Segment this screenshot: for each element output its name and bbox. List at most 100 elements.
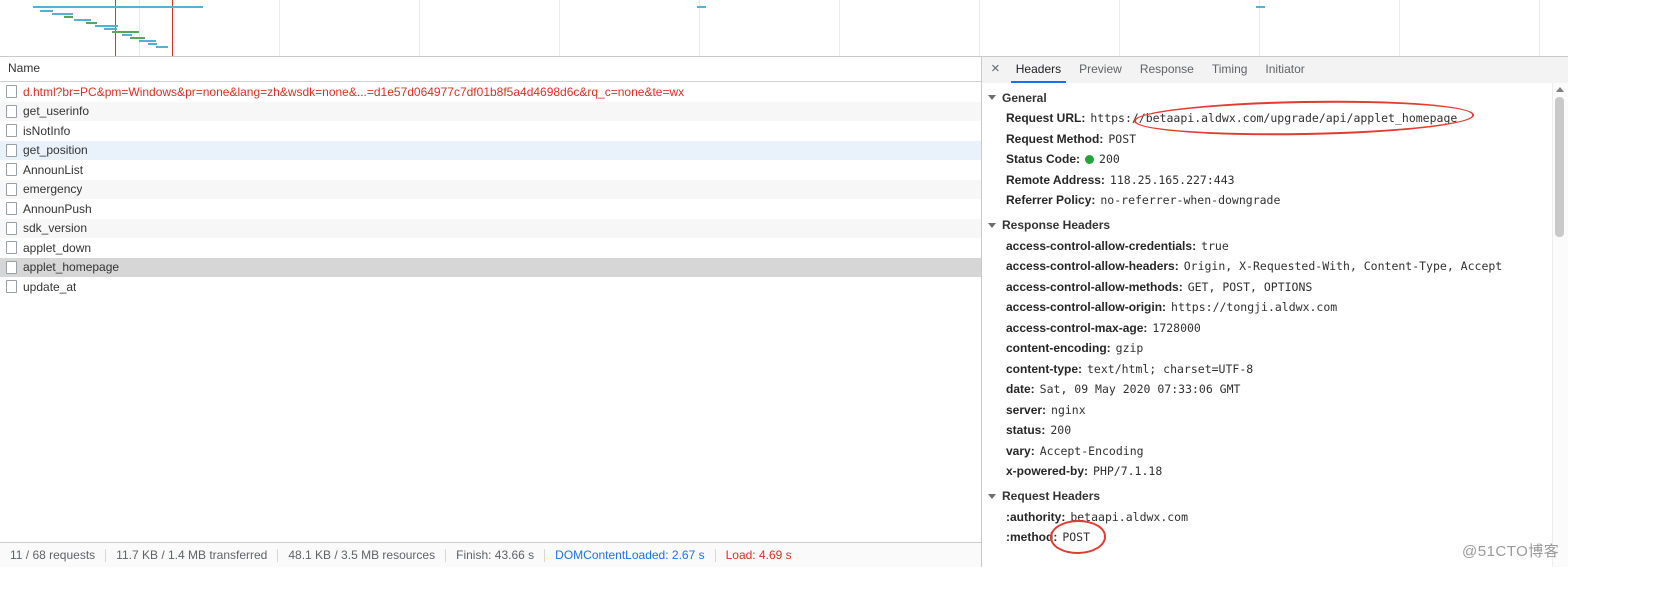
disclosure-triangle-icon bbox=[988, 95, 996, 100]
headers-section: Request Headers:authority:betaapi.aldwx.… bbox=[982, 486, 1553, 548]
header-name: date: bbox=[1006, 382, 1035, 396]
header-value: text/html; charset=UTF-8 bbox=[1087, 362, 1253, 376]
tab-preview[interactable]: Preview bbox=[1070, 57, 1131, 83]
requests-panel: Name d.html?br=PC&pm=Windows&pr=none&lan… bbox=[0, 57, 982, 567]
file-icon bbox=[6, 144, 17, 157]
header-name: Referrer Policy: bbox=[1006, 193, 1095, 207]
header-name: content-type: bbox=[1006, 362, 1082, 376]
header-line: status: 200 bbox=[982, 420, 1553, 441]
file-icon bbox=[6, 163, 17, 176]
request-row[interactable]: update_at bbox=[0, 277, 981, 297]
header-name: access-control-allow-origin: bbox=[1006, 300, 1166, 314]
header-line: Request URL:https://betaapi.aldwx.com/up… bbox=[982, 108, 1553, 129]
header-line: Remote Address:118.25.165.227:443 bbox=[982, 170, 1553, 191]
header-name: access-control-allow-credentials: bbox=[1006, 239, 1196, 253]
request-row[interactable]: d.html?br=PC&pm=Windows&pr=none&lang=zh&… bbox=[0, 82, 981, 102]
header-name: x-powered-by: bbox=[1006, 464, 1088, 478]
overview-activity-mark bbox=[33, 6, 203, 8]
header-name: access-control-max-age: bbox=[1006, 321, 1147, 335]
request-name: sdk_version bbox=[23, 221, 87, 235]
header-line: access-control-allow-origin: https://tong… bbox=[982, 297, 1553, 318]
disclosure-triangle-icon bbox=[988, 223, 996, 228]
overview-activity-mark bbox=[122, 34, 132, 36]
header-name: :method: bbox=[1006, 530, 1057, 544]
scrollbar-up-arrow-icon[interactable] bbox=[1556, 87, 1564, 92]
summary-item: 11.7 KB / 1.4 MB transferred bbox=[106, 549, 278, 562]
header-name: access-control-allow-methods: bbox=[1006, 280, 1183, 294]
headers-section: Response Headers access-control-allow-cre… bbox=[982, 215, 1553, 482]
header-name: vary: bbox=[1006, 444, 1035, 458]
section-title: General bbox=[1002, 91, 1047, 105]
file-icon bbox=[6, 241, 17, 254]
request-row[interactable]: get_userinfo bbox=[0, 102, 981, 122]
summary-item: Load: 4.69 s bbox=[716, 549, 802, 562]
header-value-text: betaapi.aldwx.com bbox=[1070, 510, 1188, 524]
network-summary-bar: 11 / 68 requests11.7 KB / 1.4 MB transfe… bbox=[0, 542, 981, 567]
scrollbar[interactable] bbox=[1552, 83, 1568, 567]
header-line: access-control-max-age: 1728000 bbox=[982, 318, 1553, 339]
header-value-text: POST bbox=[1062, 527, 1090, 548]
header-name: status: bbox=[1006, 423, 1045, 437]
file-icon bbox=[6, 261, 17, 274]
summary-item: 11 / 68 requests bbox=[0, 549, 106, 562]
tab-response[interactable]: Response bbox=[1131, 57, 1203, 83]
header-line: date:Sat, 09 May 2020 07:33:06 GMT bbox=[982, 379, 1553, 400]
request-row[interactable]: isNotInfo bbox=[0, 121, 981, 141]
header-line: content-type: text/html; charset=UTF-8 bbox=[982, 359, 1553, 380]
header-value-text: Accept-Encoding bbox=[1040, 444, 1144, 458]
summary-item: DOMContentLoaded: 2.67 s bbox=[545, 549, 715, 562]
header-value: https://tongji.aldwx.com bbox=[1171, 300, 1337, 314]
request-row[interactable]: AnnounList bbox=[0, 160, 981, 180]
header-value-text: POST bbox=[1108, 132, 1136, 146]
header-line: Referrer Policy: no-referrer-when-downgra… bbox=[982, 190, 1553, 211]
request-row[interactable]: get_position bbox=[0, 141, 981, 161]
header-value: https://betaapi.aldwx.com/upgrade/api/ap… bbox=[1090, 111, 1457, 125]
network-overview[interactable] bbox=[0, 0, 1568, 57]
overview-activity-mark bbox=[139, 40, 156, 42]
header-line: vary: Accept-Encoding bbox=[982, 441, 1553, 462]
file-icon bbox=[6, 202, 17, 215]
section-title: Response Headers bbox=[1002, 218, 1110, 232]
tab-initiator[interactable]: Initiator bbox=[1256, 57, 1313, 83]
tab-headers[interactable]: Headers bbox=[1007, 57, 1070, 83]
header-value: no-referrer-when-downgrade bbox=[1100, 193, 1280, 207]
request-name: get_userinfo bbox=[23, 104, 89, 118]
header-name: access-control-allow-headers: bbox=[1006, 259, 1179, 273]
header-value: nginx bbox=[1051, 403, 1086, 417]
file-icon bbox=[6, 222, 17, 235]
request-row[interactable]: sdk_version bbox=[0, 219, 981, 239]
section-header[interactable]: Response Headers bbox=[982, 215, 1553, 236]
headers-panel-content: General Request URL:https://betaapi.aldwx… bbox=[982, 83, 1553, 567]
section-header[interactable]: Request Headers bbox=[982, 486, 1553, 507]
request-name: update_at bbox=[23, 280, 76, 294]
header-value-text: text/html; charset=UTF-8 bbox=[1087, 362, 1253, 376]
status-ok-icon bbox=[1085, 155, 1094, 164]
overview-activity-mark bbox=[130, 37, 145, 39]
overview-activity-mark bbox=[74, 19, 91, 21]
header-line: content-encoding:gzip bbox=[982, 338, 1553, 359]
request-row[interactable]: applet_homepage bbox=[0, 258, 981, 278]
scrollbar-thumb[interactable] bbox=[1555, 97, 1564, 237]
header-value-text: GET, POST, OPTIONS bbox=[1188, 280, 1313, 294]
column-header-name[interactable]: Name bbox=[0, 57, 981, 82]
section-header[interactable]: General bbox=[982, 87, 1553, 108]
request-name: applet_down bbox=[23, 241, 91, 255]
header-value-text: betaapi.aldwx.com/upgrade/api/applet_hom… bbox=[1146, 108, 1458, 129]
request-row[interactable]: applet_down bbox=[0, 238, 981, 258]
headers-sections: General Request URL:https://betaapi.aldwx… bbox=[982, 87, 1553, 548]
header-value-text: 200 bbox=[1050, 423, 1071, 437]
request-name: AnnounList bbox=[23, 163, 83, 177]
header-line: access-control-allow-credentials:true bbox=[982, 236, 1553, 257]
header-line: Request Method:POST bbox=[982, 129, 1553, 150]
header-value: 200 bbox=[1099, 152, 1120, 166]
close-icon[interactable]: × bbox=[982, 57, 1007, 83]
header-name: content-encoding: bbox=[1006, 341, 1111, 355]
tab-timing[interactable]: Timing bbox=[1203, 57, 1257, 83]
header-value-text: 1728000 bbox=[1152, 321, 1200, 335]
request-row[interactable]: AnnounPush bbox=[0, 199, 981, 219]
header-value: Origin, X-Requested-With, Content-Type, … bbox=[1184, 259, 1503, 273]
request-row[interactable]: emergency bbox=[0, 180, 981, 200]
overview-activity-mark bbox=[697, 6, 706, 8]
overview-activity-mark bbox=[86, 22, 97, 24]
file-icon bbox=[6, 280, 17, 293]
